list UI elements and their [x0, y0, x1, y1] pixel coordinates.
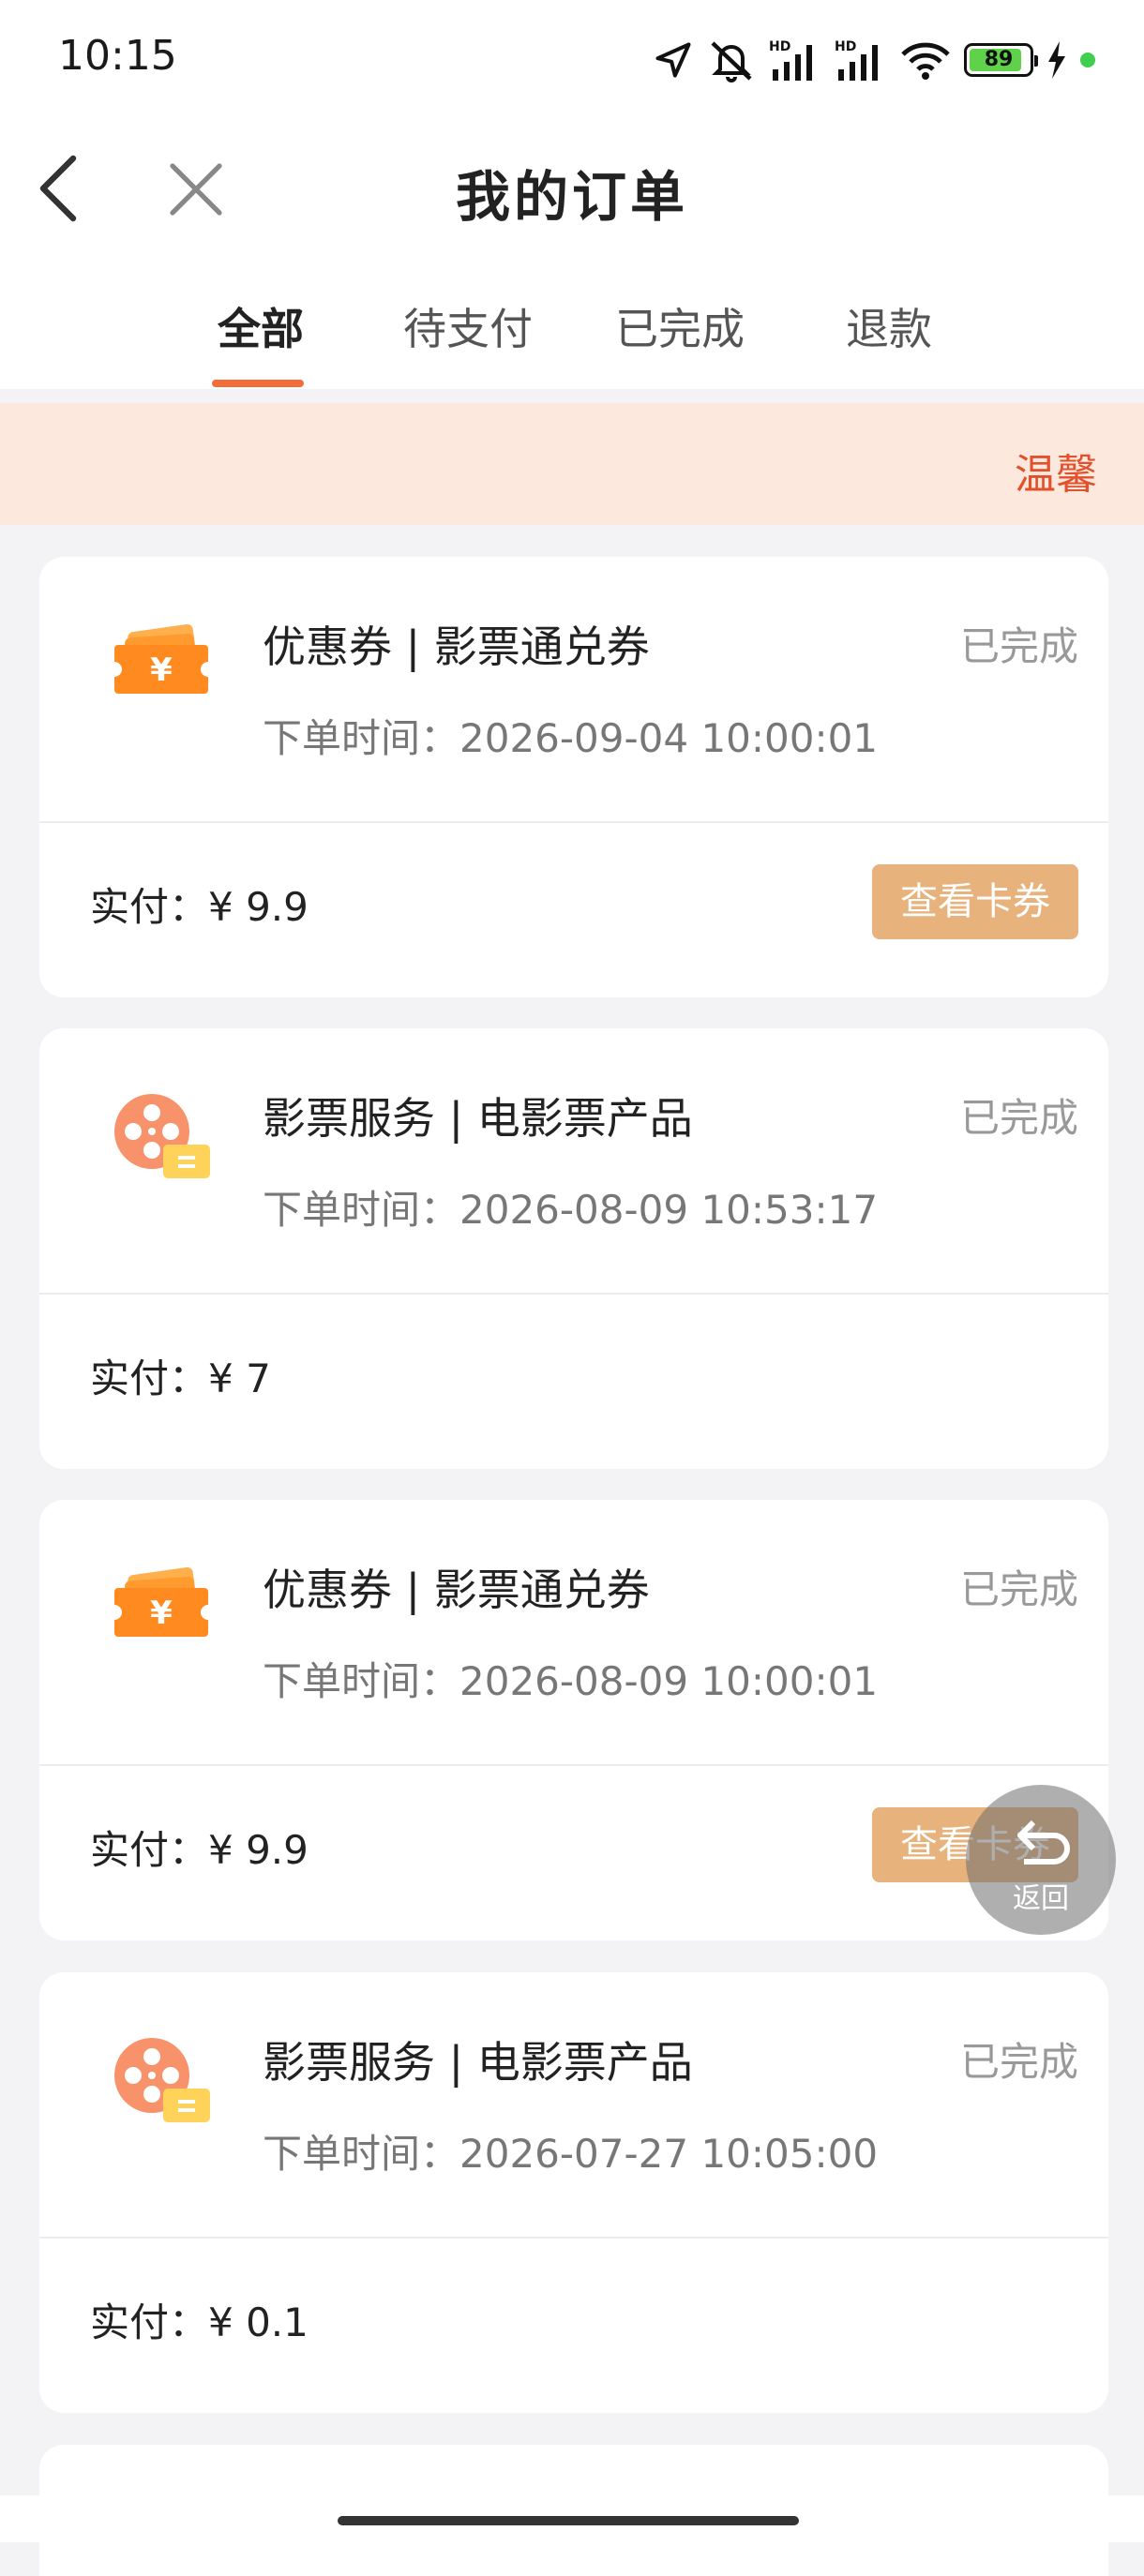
notification-dot-icon	[1080, 52, 1095, 67]
order-paid-label: 实付：	[90, 1827, 209, 1873]
order-card[interactable]: 影票服务 | 电影票产品 已完成 下单时间：2026-07-27 10:05:0…	[39, 1972, 1108, 2413]
card-divider	[39, 1293, 1108, 1295]
nav-bar: 我的订单	[0, 117, 1144, 258]
floating-return-button[interactable]: 返回	[966, 1785, 1116, 1935]
order-time: 下单时间：2026-09-04 10:00:01	[263, 707, 878, 764]
order-title: 优惠券 | 影票通兑券	[263, 1565, 650, 1615]
order-card[interactable]: ¥ 优惠券 | 影票通兑券 已完成 下单时间：2026-08-09 10:00:…	[39, 1500, 1108, 1940]
order-paid-label: 实付：	[90, 1355, 209, 1401]
battery-icon: 89	[964, 43, 1038, 77]
order-paid: 实付：¥ 7	[90, 1347, 271, 1404]
order-time-label: 下单时间：	[263, 2131, 460, 2177]
order-time-value: 2026-08-09 10:00:01	[459, 1658, 879, 1704]
svg-text:HD: HD	[835, 39, 856, 54]
film-reel-ticket-icon	[114, 1094, 210, 1178]
battery-tip	[1034, 55, 1038, 67]
tab-completed[interactable]: 已完成	[615, 295, 745, 357]
notice-text: 温馨	[1015, 451, 1097, 499]
order-paid: 实付：¥ 0.1	[90, 2291, 309, 2348]
notice-bar[interactable]: 温馨	[0, 403, 1144, 525]
wifi-icon	[901, 42, 950, 80]
order-paid-amount: ¥ 7	[208, 1355, 271, 1401]
order-time-value: 2026-09-04 10:00:01	[459, 715, 879, 761]
gesture-bar	[0, 2495, 1144, 2542]
svg-text:¥: ¥	[150, 651, 173, 689]
order-paid-amount: ¥ 9.9	[208, 1827, 309, 1873]
order-time: 下单时间：2026-07-27 10:05:00	[263, 2122, 878, 2179]
tab-all[interactable]: 全部	[218, 295, 304, 357]
floating-return-label: 返回	[1013, 1882, 1069, 1915]
mute-bell-icon	[711, 41, 752, 82]
card-divider	[39, 1764, 1108, 1766]
coupon-ticket-icon: ¥	[114, 623, 208, 694]
tab-pending-payment[interactable]: 待支付	[403, 295, 533, 357]
order-paid-amount: ¥ 9.9	[208, 884, 309, 930]
coupon-ticket-icon: ¥	[114, 1566, 208, 1637]
status-time: 10:15	[58, 32, 177, 80]
order-paid: 实付：¥ 9.9	[90, 876, 309, 933]
order-time-label: 下单时间：	[263, 1658, 460, 1704]
order-title: 影票服务 | 电影票产品	[263, 1093, 693, 1144]
card-divider	[39, 2237, 1108, 2239]
order-title: 影票服务 | 电影票产品	[263, 2037, 693, 2088]
battery-level-text: 89	[984, 48, 1014, 71]
order-title: 优惠券 | 影票通兑券	[263, 622, 650, 672]
tab-refund[interactable]: 退款	[846, 295, 932, 357]
order-status: 已完成	[959, 2039, 1078, 2085]
order-time: 下单时间：2026-08-09 10:53:17	[263, 1178, 878, 1236]
order-status: 已完成	[959, 1566, 1078, 1612]
charging-icon	[1048, 41, 1065, 79]
active-tab-indicator	[212, 380, 304, 387]
order-time-label: 下单时间：	[263, 715, 460, 761]
home-indicator[interactable]	[338, 2516, 799, 2525]
order-time-value: 2026-07-27 10:05:00	[459, 2131, 879, 2177]
order-time-value: 2026-08-09 10:53:17	[459, 1187, 879, 1233]
film-reel-ticket-icon	[114, 2038, 210, 2122]
svg-text:HD: HD	[769, 39, 790, 54]
order-tabs: 全部 待支付 已完成 退款	[0, 258, 1144, 389]
status-bar: 10:15 HD HD 89	[0, 0, 1144, 117]
order-paid-amount: ¥ 0.1	[208, 2299, 309, 2345]
order-time-label: 下单时间：	[263, 1187, 460, 1233]
hd-signal-icon: HD	[769, 39, 812, 81]
page-title: 我的订单	[455, 165, 688, 229]
order-card[interactable]: ¥ 优惠券 | 影票通兑券 已完成 下单时间：2026-09-04 10:00:…	[39, 557, 1108, 997]
card-divider	[39, 821, 1108, 823]
order-status: 已完成	[959, 1095, 1078, 1141]
svg-text:¥: ¥	[150, 1595, 173, 1632]
hd-signal-icon: HD	[835, 39, 878, 81]
order-paid: 实付：¥ 9.9	[90, 1819, 309, 1876]
return-arrow-icon	[1017, 1820, 1070, 1865]
order-card[interactable]: 影票服务 | 电影票产品 已完成 下单时间：2026-08-09 10:53:1…	[39, 1028, 1108, 1469]
view-coupon-button[interactable]: 查看卡券	[872, 864, 1078, 939]
order-status: 已完成	[959, 623, 1078, 669]
order-paid-label: 实付：	[90, 2299, 209, 2345]
status-icons: HD HD 89	[653, 34, 1095, 86]
order-time: 下单时间：2026-08-09 10:00:01	[263, 1650, 878, 1707]
order-paid-label: 实付：	[90, 884, 209, 930]
location-arrow-icon	[655, 42, 691, 78]
